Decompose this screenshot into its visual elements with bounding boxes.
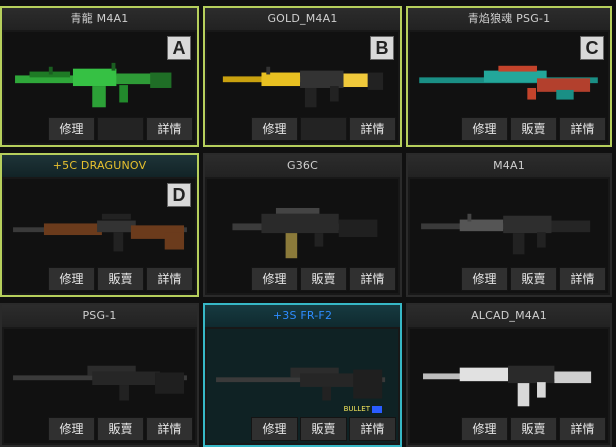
repair-button[interactable]: 修理 xyxy=(461,117,508,141)
weapon-card-a[interactable]: 青龍 M4A1 A 修理 詳情 xyxy=(0,6,199,147)
action-buttons: 修理 販賣 詳情 xyxy=(251,417,396,441)
bullet-label: BULLET xyxy=(343,405,370,413)
weapon-card-c[interactable]: 青焰狼魂 PSG-1 C 修理 販賣 詳情 xyxy=(406,6,612,147)
weapon-title: ALCAD_M4A1 xyxy=(408,305,610,327)
weapon-card-alcad-m4a1[interactable]: ALCAD_M4A1 修理 販賣 詳情 xyxy=(406,303,612,447)
action-buttons: 修理 販賣 詳情 xyxy=(461,117,606,141)
sell-button[interactable]: 販賣 xyxy=(97,417,144,441)
details-button[interactable]: 詳情 xyxy=(349,267,396,291)
action-buttons: 修理 販賣 詳情 xyxy=(48,267,193,291)
details-button[interactable]: 詳情 xyxy=(146,267,193,291)
repair-button[interactable]: 修理 xyxy=(251,117,298,141)
sell-button[interactable]: 販賣 xyxy=(510,267,557,291)
weapon-title: GOLD_M4A1 xyxy=(205,8,400,30)
repair-button[interactable]: 修理 xyxy=(251,417,298,441)
weapon-title: +5C DRAGUNOV xyxy=(2,155,197,177)
sell-button[interactable]: 販賣 xyxy=(510,417,557,441)
sell-button[interactable]: 販賣 xyxy=(510,117,557,141)
repair-button[interactable]: 修理 xyxy=(461,267,508,291)
weapon-card-m4a1[interactable]: M4A1 修理 販賣 詳情 xyxy=(406,153,612,297)
weapon-card-g36c[interactable]: G36C 修理 販賣 詳情 xyxy=(203,153,402,297)
weapon-panel: 修理 販賣 詳情 xyxy=(410,329,608,443)
bullet-icon xyxy=(372,406,382,413)
weapon-panel: 修理 販賣 詳情 xyxy=(4,329,195,443)
details-button[interactable]: 詳情 xyxy=(146,417,193,441)
weapon-title: PSG-1 xyxy=(2,305,197,327)
action-buttons: 修理 販賣 詳情 xyxy=(48,417,193,441)
action-buttons: 修理 詳情 xyxy=(48,117,193,141)
details-button[interactable]: 詳情 xyxy=(349,417,396,441)
repair-button[interactable]: 修理 xyxy=(461,417,508,441)
details-button[interactable]: 詳情 xyxy=(559,417,606,441)
weapon-card-d[interactable]: +5C DRAGUNOV D 修理 販賣 詳情 xyxy=(0,153,199,297)
details-button[interactable]: 詳情 xyxy=(559,267,606,291)
action-buttons: 修理 詳情 xyxy=(251,117,396,141)
weapon-panel: B 修理 詳情 xyxy=(207,32,398,143)
weapon-panel: 修理 販賣 詳情 xyxy=(410,179,608,293)
weapon-title: 青龍 M4A1 xyxy=(2,8,197,30)
repair-button[interactable]: 修理 xyxy=(48,117,95,141)
weapon-title: G36C xyxy=(205,155,400,177)
sell-button[interactable]: 販賣 xyxy=(97,267,144,291)
weapon-panel: A 修理 詳情 xyxy=(4,32,195,143)
action-buttons: 修理 販賣 詳情 xyxy=(461,417,606,441)
inventory-grid: 青龍 M4A1 A 修理 詳情 GOLD_M4A1 B 修理 詳情 青焰狼魂 P… xyxy=(0,0,616,447)
action-buttons: 修理 販賣 詳情 xyxy=(251,267,396,291)
weapon-title: 青焰狼魂 PSG-1 xyxy=(408,8,610,30)
repair-button[interactable]: 修理 xyxy=(48,267,95,291)
details-button[interactable]: 詳情 xyxy=(559,117,606,141)
weapon-card-frf2[interactable]: +3S FR-F2 BULLET 修理 販賣 詳情 xyxy=(203,303,402,447)
weapon-title: +3S FR-F2 xyxy=(205,305,400,327)
weapon-panel: 修理 販賣 詳情 xyxy=(207,179,398,293)
details-button[interactable]: 詳情 xyxy=(349,117,396,141)
weapon-panel: D 修理 販賣 詳情 xyxy=(4,179,195,293)
weapon-card-psg1[interactable]: PSG-1 修理 販賣 詳情 xyxy=(0,303,199,447)
weapon-title: M4A1 xyxy=(408,155,610,177)
sell-button[interactable]: 販賣 xyxy=(300,267,347,291)
weapon-panel: C 修理 販賣 詳情 xyxy=(410,32,608,143)
weapon-card-b[interactable]: GOLD_M4A1 B 修理 詳情 xyxy=(203,6,402,147)
repair-button[interactable]: 修理 xyxy=(251,267,298,291)
action-buttons: 修理 販賣 詳情 xyxy=(461,267,606,291)
weapon-panel: BULLET 修理 販賣 詳情 xyxy=(207,329,398,443)
details-button[interactable]: 詳情 xyxy=(146,117,193,141)
sell-button-empty xyxy=(97,117,144,141)
sell-button[interactable]: 販賣 xyxy=(300,417,347,441)
sell-button-empty xyxy=(300,117,347,141)
repair-button[interactable]: 修理 xyxy=(48,417,95,441)
